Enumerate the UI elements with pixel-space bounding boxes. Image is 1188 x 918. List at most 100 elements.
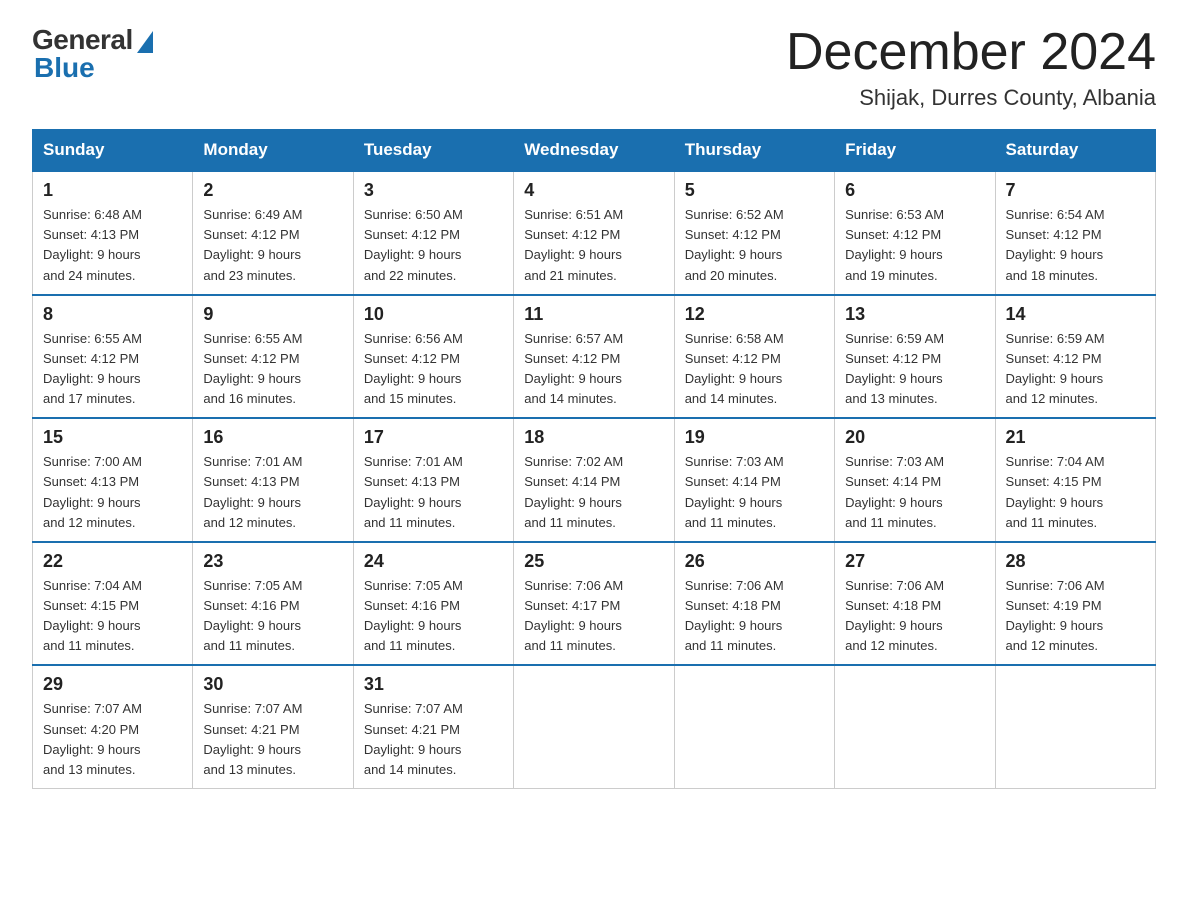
calendar-week-3: 15 Sunrise: 7:00 AMSunset: 4:13 PMDayligh… bbox=[33, 418, 1156, 542]
day-info: Sunrise: 6:59 AMSunset: 4:12 PMDaylight:… bbox=[1006, 329, 1145, 410]
calendar-cell: 8Sunrise: 6:55 AMSunset: 4:12 PMDaylight… bbox=[33, 295, 193, 419]
day-info: Sunrise: 7:04 AMSunset: 4:15 PMDaylight:… bbox=[1006, 452, 1145, 533]
calendar-cell: 17 Sunrise: 7:01 AMSunset: 4:13 PMDayligh… bbox=[353, 418, 513, 542]
calendar-cell: 4 Sunrise: 6:51 AMSunset: 4:12 PMDaylight… bbox=[514, 171, 674, 295]
day-info: Sunrise: 7:06 AMSunset: 4:18 PMDaylight:… bbox=[845, 576, 984, 657]
day-number: 16 bbox=[203, 427, 342, 448]
day-number: 9 bbox=[203, 304, 342, 325]
calendar-cell bbox=[835, 665, 995, 788]
month-title: December 2024 bbox=[786, 24, 1156, 81]
day-info: Sunrise: 6:54 AMSunset: 4:12 PMDaylight:… bbox=[1006, 205, 1145, 286]
day-number: 19 bbox=[685, 427, 824, 448]
day-info: Sunrise: 7:03 AMSunset: 4:14 PMDaylight:… bbox=[685, 452, 824, 533]
day-number: 22 bbox=[43, 551, 182, 572]
calendar-cell: 20Sunrise: 7:03 AMSunset: 4:14 PMDayligh… bbox=[835, 418, 995, 542]
day-header-thursday: Thursday bbox=[674, 130, 834, 172]
calendar-cell: 13 Sunrise: 6:59 AMSunset: 4:12 PMDayligh… bbox=[835, 295, 995, 419]
day-number: 15 bbox=[43, 427, 182, 448]
calendar-week-5: 29Sunrise: 7:07 AMSunset: 4:20 PMDayligh… bbox=[33, 665, 1156, 788]
day-number: 4 bbox=[524, 180, 663, 201]
calendar-cell: 24 Sunrise: 7:05 AMSunset: 4:16 PMDayligh… bbox=[353, 542, 513, 666]
calendar-cell: 7Sunrise: 6:54 AMSunset: 4:12 PMDaylight… bbox=[995, 171, 1155, 295]
day-number: 31 bbox=[364, 674, 503, 695]
calendar-cell: 23Sunrise: 7:05 AMSunset: 4:16 PMDayligh… bbox=[193, 542, 353, 666]
day-number: 25 bbox=[524, 551, 663, 572]
day-number: 30 bbox=[203, 674, 342, 695]
calendar-body: 1 Sunrise: 6:48 AMSunset: 4:13 PMDaylight… bbox=[33, 171, 1156, 788]
day-number: 17 bbox=[364, 427, 503, 448]
calendar-cell: 30 Sunrise: 7:07 AMSunset: 4:21 PMDayligh… bbox=[193, 665, 353, 788]
calendar-cell bbox=[674, 665, 834, 788]
day-info: Sunrise: 6:56 AMSunset: 4:12 PMDaylight:… bbox=[364, 329, 503, 410]
day-number: 29 bbox=[43, 674, 182, 695]
day-number: 27 bbox=[845, 551, 984, 572]
logo-blue-text: Blue bbox=[34, 52, 95, 84]
day-info: Sunrise: 6:55 AMSunset: 4:12 PMDaylight:… bbox=[203, 329, 342, 410]
day-number: 12 bbox=[685, 304, 824, 325]
day-number: 18 bbox=[524, 427, 663, 448]
calendar-cell: 5 Sunrise: 6:52 AMSunset: 4:12 PMDaylight… bbox=[674, 171, 834, 295]
calendar-cell: 11Sunrise: 6:57 AMSunset: 4:12 PMDayligh… bbox=[514, 295, 674, 419]
day-info: Sunrise: 7:04 AMSunset: 4:15 PMDaylight:… bbox=[43, 576, 182, 657]
calendar-cell: 21 Sunrise: 7:04 AMSunset: 4:15 PMDayligh… bbox=[995, 418, 1155, 542]
day-number: 5 bbox=[685, 180, 824, 201]
day-number: 10 bbox=[364, 304, 503, 325]
day-info: Sunrise: 7:02 AMSunset: 4:14 PMDaylight:… bbox=[524, 452, 663, 533]
logo-triangle-icon bbox=[137, 31, 153, 53]
day-info: Sunrise: 7:01 AMSunset: 4:13 PMDaylight:… bbox=[364, 452, 503, 533]
header-row: SundayMondayTuesdayWednesdayThursdayFrid… bbox=[33, 130, 1156, 172]
calendar-cell: 3 Sunrise: 6:50 AMSunset: 4:12 PMDaylight… bbox=[353, 171, 513, 295]
day-info: Sunrise: 7:06 AMSunset: 4:18 PMDaylight:… bbox=[685, 576, 824, 657]
calendar-cell: 1 Sunrise: 6:48 AMSunset: 4:13 PMDaylight… bbox=[33, 171, 193, 295]
day-info: Sunrise: 7:07 AMSunset: 4:21 PMDaylight:… bbox=[364, 699, 503, 780]
calendar-cell bbox=[995, 665, 1155, 788]
calendar-cell: 10 Sunrise: 6:56 AMSunset: 4:12 PMDayligh… bbox=[353, 295, 513, 419]
day-number: 21 bbox=[1006, 427, 1145, 448]
day-number: 20 bbox=[845, 427, 984, 448]
calendar-cell: 27 Sunrise: 7:06 AMSunset: 4:18 PMDayligh… bbox=[835, 542, 995, 666]
day-number: 28 bbox=[1006, 551, 1145, 572]
day-info: Sunrise: 6:49 AMSunset: 4:12 PMDaylight:… bbox=[203, 205, 342, 286]
day-number: 11 bbox=[524, 304, 663, 325]
calendar-week-1: 1 Sunrise: 6:48 AMSunset: 4:13 PMDaylight… bbox=[33, 171, 1156, 295]
calendar-cell: 16 Sunrise: 7:01 AMSunset: 4:13 PMDayligh… bbox=[193, 418, 353, 542]
day-number: 1 bbox=[43, 180, 182, 201]
day-number: 26 bbox=[685, 551, 824, 572]
day-info: Sunrise: 7:01 AMSunset: 4:13 PMDaylight:… bbox=[203, 452, 342, 533]
day-header-monday: Monday bbox=[193, 130, 353, 172]
day-info: Sunrise: 7:07 AMSunset: 4:21 PMDaylight:… bbox=[203, 699, 342, 780]
page-header: General Blue December 2024 Shijak, Durre… bbox=[32, 24, 1156, 111]
day-info: Sunrise: 6:58 AMSunset: 4:12 PMDaylight:… bbox=[685, 329, 824, 410]
day-info: Sunrise: 6:52 AMSunset: 4:12 PMDaylight:… bbox=[685, 205, 824, 286]
day-number: 24 bbox=[364, 551, 503, 572]
day-header-saturday: Saturday bbox=[995, 130, 1155, 172]
calendar-cell: 28Sunrise: 7:06 AMSunset: 4:19 PMDayligh… bbox=[995, 542, 1155, 666]
calendar-week-2: 8Sunrise: 6:55 AMSunset: 4:12 PMDaylight… bbox=[33, 295, 1156, 419]
day-number: 3 bbox=[364, 180, 503, 201]
calendar-cell: 29Sunrise: 7:07 AMSunset: 4:20 PMDayligh… bbox=[33, 665, 193, 788]
day-number: 13 bbox=[845, 304, 984, 325]
day-info: Sunrise: 6:55 AMSunset: 4:12 PMDaylight:… bbox=[43, 329, 182, 410]
calendar-cell bbox=[514, 665, 674, 788]
day-info: Sunrise: 7:05 AMSunset: 4:16 PMDaylight:… bbox=[364, 576, 503, 657]
day-info: Sunrise: 6:59 AMSunset: 4:12 PMDaylight:… bbox=[845, 329, 984, 410]
day-info: Sunrise: 6:51 AMSunset: 4:12 PMDaylight:… bbox=[524, 205, 663, 286]
logo: General Blue bbox=[32, 24, 153, 84]
calendar-cell: 18 Sunrise: 7:02 AMSunset: 4:14 PMDayligh… bbox=[514, 418, 674, 542]
day-info: Sunrise: 6:50 AMSunset: 4:12 PMDaylight:… bbox=[364, 205, 503, 286]
day-info: Sunrise: 7:00 AMSunset: 4:13 PMDaylight:… bbox=[43, 452, 182, 533]
calendar-week-4: 22 Sunrise: 7:04 AMSunset: 4:15 PMDayligh… bbox=[33, 542, 1156, 666]
day-header-tuesday: Tuesday bbox=[353, 130, 513, 172]
day-info: Sunrise: 6:53 AMSunset: 4:12 PMDaylight:… bbox=[845, 205, 984, 286]
day-info: Sunrise: 7:05 AMSunset: 4:16 PMDaylight:… bbox=[203, 576, 342, 657]
day-info: Sunrise: 6:48 AMSunset: 4:13 PMDaylight:… bbox=[43, 205, 182, 286]
day-header-sunday: Sunday bbox=[33, 130, 193, 172]
day-header-wednesday: Wednesday bbox=[514, 130, 674, 172]
calendar-cell: 26 Sunrise: 7:06 AMSunset: 4:18 PMDayligh… bbox=[674, 542, 834, 666]
calendar-cell: 19 Sunrise: 7:03 AMSunset: 4:14 PMDayligh… bbox=[674, 418, 834, 542]
location-subtitle: Shijak, Durres County, Albania bbox=[786, 85, 1156, 111]
calendar-cell: 31 Sunrise: 7:07 AMSunset: 4:21 PMDayligh… bbox=[353, 665, 513, 788]
calendar-table: SundayMondayTuesdayWednesdayThursdayFrid… bbox=[32, 129, 1156, 789]
day-number: 6 bbox=[845, 180, 984, 201]
calendar-cell: 12 Sunrise: 6:58 AMSunset: 4:12 PMDayligh… bbox=[674, 295, 834, 419]
